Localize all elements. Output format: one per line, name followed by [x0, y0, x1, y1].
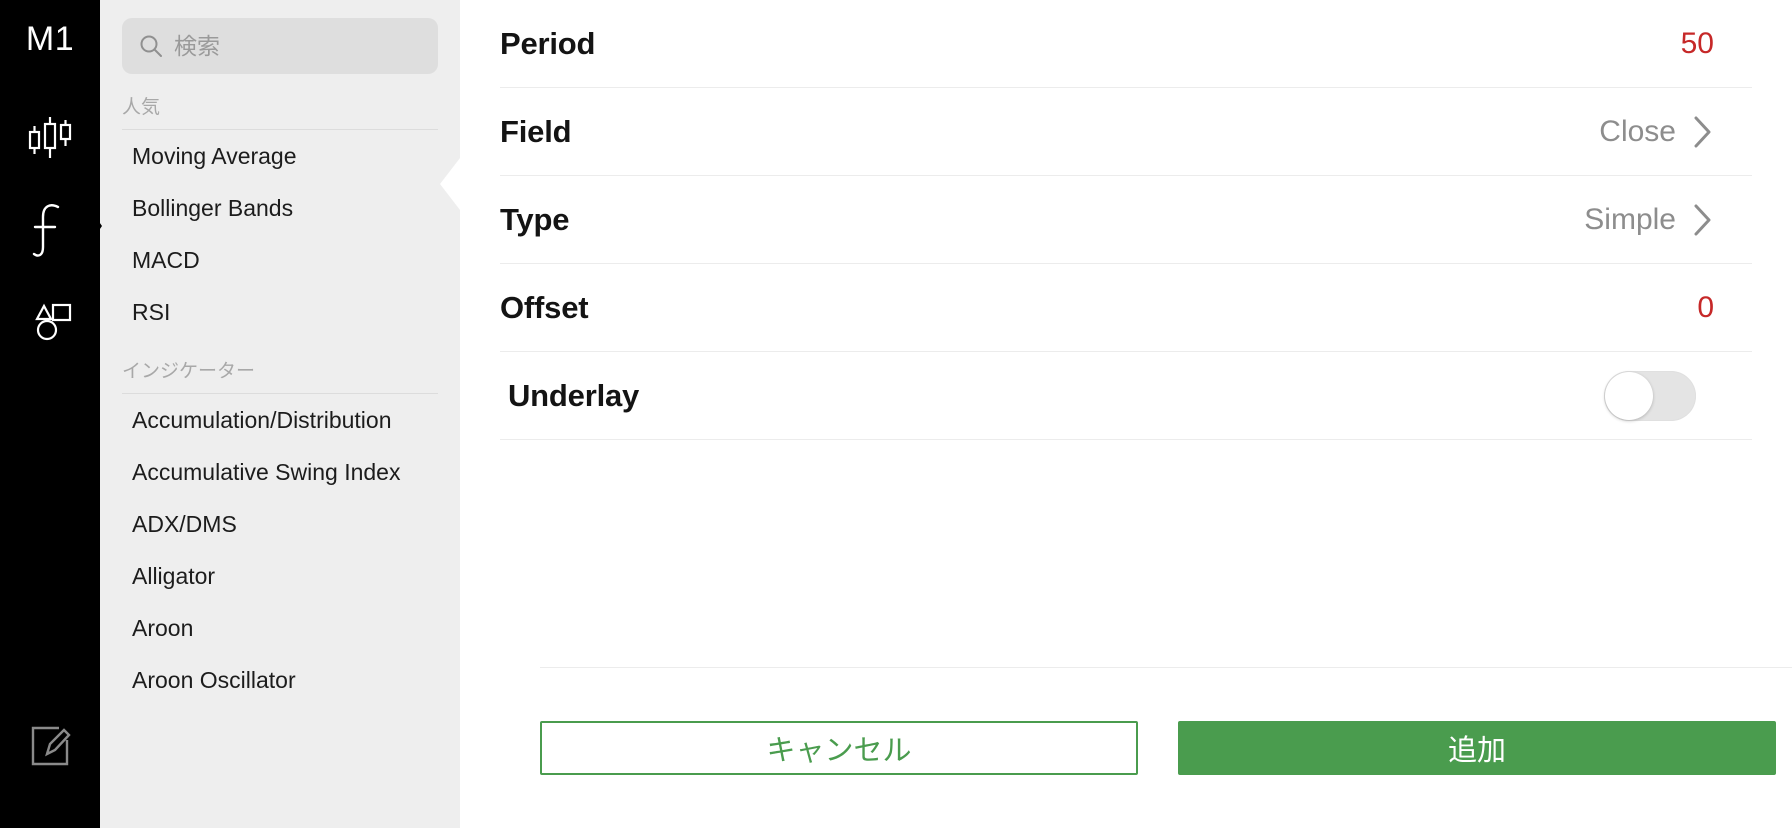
- list-item-rsi[interactable]: RSI: [100, 286, 460, 338]
- underlay-label: Underlay: [508, 377, 640, 413]
- cancel-button[interactable]: キャンセル: [540, 721, 1138, 775]
- timeframe-label[interactable]: M1: [26, 22, 74, 56]
- search-icon: [138, 33, 164, 59]
- settings-pane: Period 50 Field Close Type Simple Offset…: [460, 0, 1792, 828]
- type-value-group[interactable]: Simple: [1584, 202, 1714, 238]
- candlestick-chart-icon: [24, 114, 76, 167]
- panel-selection-notch: [440, 158, 460, 210]
- settings-filler: [500, 440, 1792, 667]
- drawing-tools-button[interactable]: [0, 278, 100, 370]
- setting-row-type[interactable]: Type Simple: [500, 176, 1752, 264]
- indicator-settings-screen: M1 検索 人気 Moving Average Bollinger Bands …: [0, 0, 1792, 828]
- period-value-group[interactable]: 50: [1681, 27, 1714, 61]
- list-item-moving-average[interactable]: Moving Average: [100, 130, 460, 182]
- list-item-aroon[interactable]: Aroon: [100, 602, 460, 654]
- chevron-right-icon: [1692, 202, 1714, 238]
- type-label: Type: [500, 201, 570, 237]
- search-placeholder: 検索: [174, 32, 220, 59]
- underlay-toggle[interactable]: [1604, 370, 1696, 421]
- list-item-accumulative-swing-index[interactable]: Accumulative Swing Index: [100, 446, 460, 498]
- indicators-section-header: インジケーター: [122, 361, 256, 382]
- search-container: 検索: [100, 0, 460, 74]
- left-toolbar-rail: M1: [0, 0, 102, 828]
- setting-row-field[interactable]: Field Close: [500, 88, 1752, 176]
- action-buttons: キャンセル 追加: [500, 668, 1792, 828]
- period-label: Period: [500, 25, 596, 61]
- offset-value-group[interactable]: 0: [1697, 291, 1714, 325]
- offset-value[interactable]: 0: [1697, 291, 1714, 325]
- period-value[interactable]: 50: [1681, 27, 1714, 61]
- list-item-aroon-oscillator[interactable]: Aroon Oscillator: [100, 654, 460, 706]
- popular-section-header: 人気: [122, 97, 161, 118]
- offset-label: Offset: [500, 289, 589, 325]
- list-item-accumulation-distribution[interactable]: Accumulation/Distribution: [100, 394, 460, 446]
- list-item-bollinger-bands[interactable]: Bollinger Bands: [100, 182, 460, 234]
- chart-type-button[interactable]: [0, 94, 100, 186]
- list-item-alligator[interactable]: Alligator: [100, 550, 460, 602]
- field-label: Field: [500, 113, 572, 149]
- list-item-adx-dms[interactable]: ADX/DMS: [100, 498, 460, 550]
- function-indicator-icon: [28, 201, 72, 264]
- settings-rows: Period 50 Field Close Type Simple Offset…: [500, 0, 1792, 440]
- list-item-macd[interactable]: MACD: [100, 234, 460, 286]
- edit-button[interactable]: [0, 702, 100, 794]
- setting-row-underlay[interactable]: Underlay: [500, 352, 1752, 440]
- rail-active-notch: [84, 200, 102, 252]
- indicator-list-panel: 検索 人気 Moving Average Bollinger Bands MAC…: [100, 0, 460, 828]
- search-input[interactable]: 検索: [122, 18, 438, 74]
- field-value-group[interactable]: Close: [1599, 114, 1714, 150]
- underlay-toggle-group[interactable]: [1604, 370, 1696, 421]
- edit-icon: [26, 722, 74, 775]
- drawing-tools-icon: [24, 299, 76, 350]
- type-value: Simple: [1584, 202, 1676, 236]
- toggle-knob: [1605, 371, 1653, 420]
- field-value: Close: [1599, 114, 1676, 148]
- setting-row-period[interactable]: Period 50: [500, 0, 1752, 88]
- add-button[interactable]: 追加: [1178, 721, 1776, 775]
- chevron-right-icon: [1692, 114, 1714, 150]
- setting-row-offset[interactable]: Offset 0: [500, 264, 1752, 352]
